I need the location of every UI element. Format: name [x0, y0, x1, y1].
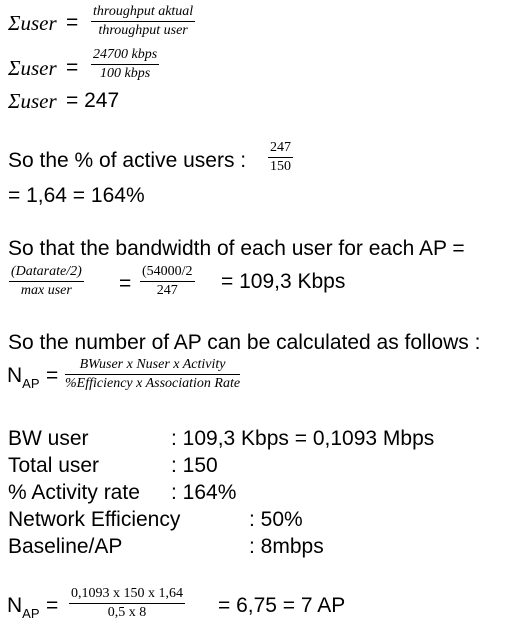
eq2-denominator: 100 kbps: [100, 66, 151, 82]
param-label-total-user: Total user: [8, 454, 100, 477]
ap-formula-equals: =: [46, 364, 59, 387]
ap-formula-numerator: BWuser x Nuser x Activity: [65, 357, 241, 376]
ap-result-numerator: 0,1093 x 150 x 1,64: [69, 586, 185, 605]
ap-formula-n: N: [7, 364, 23, 387]
active-users-fraction: 247 150: [268, 140, 293, 175]
param-value-total-user: : 150: [171, 454, 218, 477]
eq3-lhs: Σuser: [8, 89, 57, 113]
bandwidth-result: = 109,3 Kbps: [221, 270, 346, 293]
eq1-lhs: Σuser: [8, 11, 57, 35]
ap-result-subscript: AP: [22, 606, 40, 621]
document-page: { "eq1": { "lhs": "Σuser", "eq": "=", "n…: [0, 0, 515, 635]
active-users-text: So the % of active users :: [8, 149, 247, 172]
ap-formula-text: So the number of AP can be calculated as…: [8, 331, 481, 354]
param-label-bw-user: BW user: [8, 427, 89, 450]
bandwidth-fraction-2: (54000/2 247: [140, 264, 195, 299]
bandwidth-fraction-1: (Datarate/2) max user: [9, 264, 84, 299]
eq2-equals: =: [66, 56, 79, 79]
eq1-equals: =: [66, 11, 79, 34]
ap-result-n: N: [7, 594, 23, 617]
eq2-numerator: 24700 kbps: [91, 47, 160, 66]
ap-result-equals: =: [46, 594, 59, 617]
ap-formula-denominator: %Efficiency x Association Rate: [65, 376, 241, 392]
eq3-rhs: = 247: [66, 89, 120, 112]
ap-formula-fraction: BWuser x Nuser x Activity %Efficiency x …: [65, 357, 241, 392]
ap-result-value: = 6,75 = 7 AP: [218, 594, 346, 617]
param-value-bw-user: : 109,3 Kbps = 0,1093 Mbps: [171, 427, 435, 450]
eq1-fraction: throughput aktual throughput user: [91, 4, 196, 39]
eq1-denominator: throughput user: [98, 23, 188, 39]
eq2-fraction: 24700 kbps 100 kbps: [91, 47, 160, 82]
param-label-activity-rate: % Activity rate: [8, 481, 140, 504]
bandwidth-denominator-1: max user: [20, 283, 72, 299]
bandwidth-numerator-2: (54000/2: [140, 264, 195, 283]
bandwidth-equals: =: [119, 272, 132, 295]
ap-result-fraction: 0,1093 x 150 x 1,64 0,5 x 8: [69, 586, 185, 621]
ap-formula-subscript: AP: [22, 376, 40, 391]
eq2-lhs: Σuser: [8, 56, 57, 80]
ap-formula-lhs: NAP: [7, 364, 40, 391]
bandwidth-numerator-1: (Datarate/2): [9, 264, 84, 283]
param-value-network-efficiency: : 50%: [249, 508, 303, 531]
bandwidth-text: So that the bandwidth of each user for e…: [8, 237, 465, 260]
param-label-baseline-ap: Baseline/AP: [8, 535, 123, 558]
active-users-denominator: 150: [270, 159, 291, 175]
bandwidth-denominator-2: 247: [156, 283, 178, 299]
eq1-numerator: throughput aktual: [91, 4, 196, 23]
param-label-network-efficiency: Network Efficiency: [8, 508, 181, 531]
active-users-numerator: 247: [268, 140, 293, 159]
ap-result-lhs: NAP: [7, 594, 40, 621]
active-users-result: = 1,64 = 164%: [8, 184, 145, 207]
param-value-activity-rate: : 164%: [171, 481, 237, 504]
param-value-baseline-ap: : 8mbps: [249, 535, 324, 558]
ap-result-denominator: 0,5 x 8: [107, 605, 147, 621]
